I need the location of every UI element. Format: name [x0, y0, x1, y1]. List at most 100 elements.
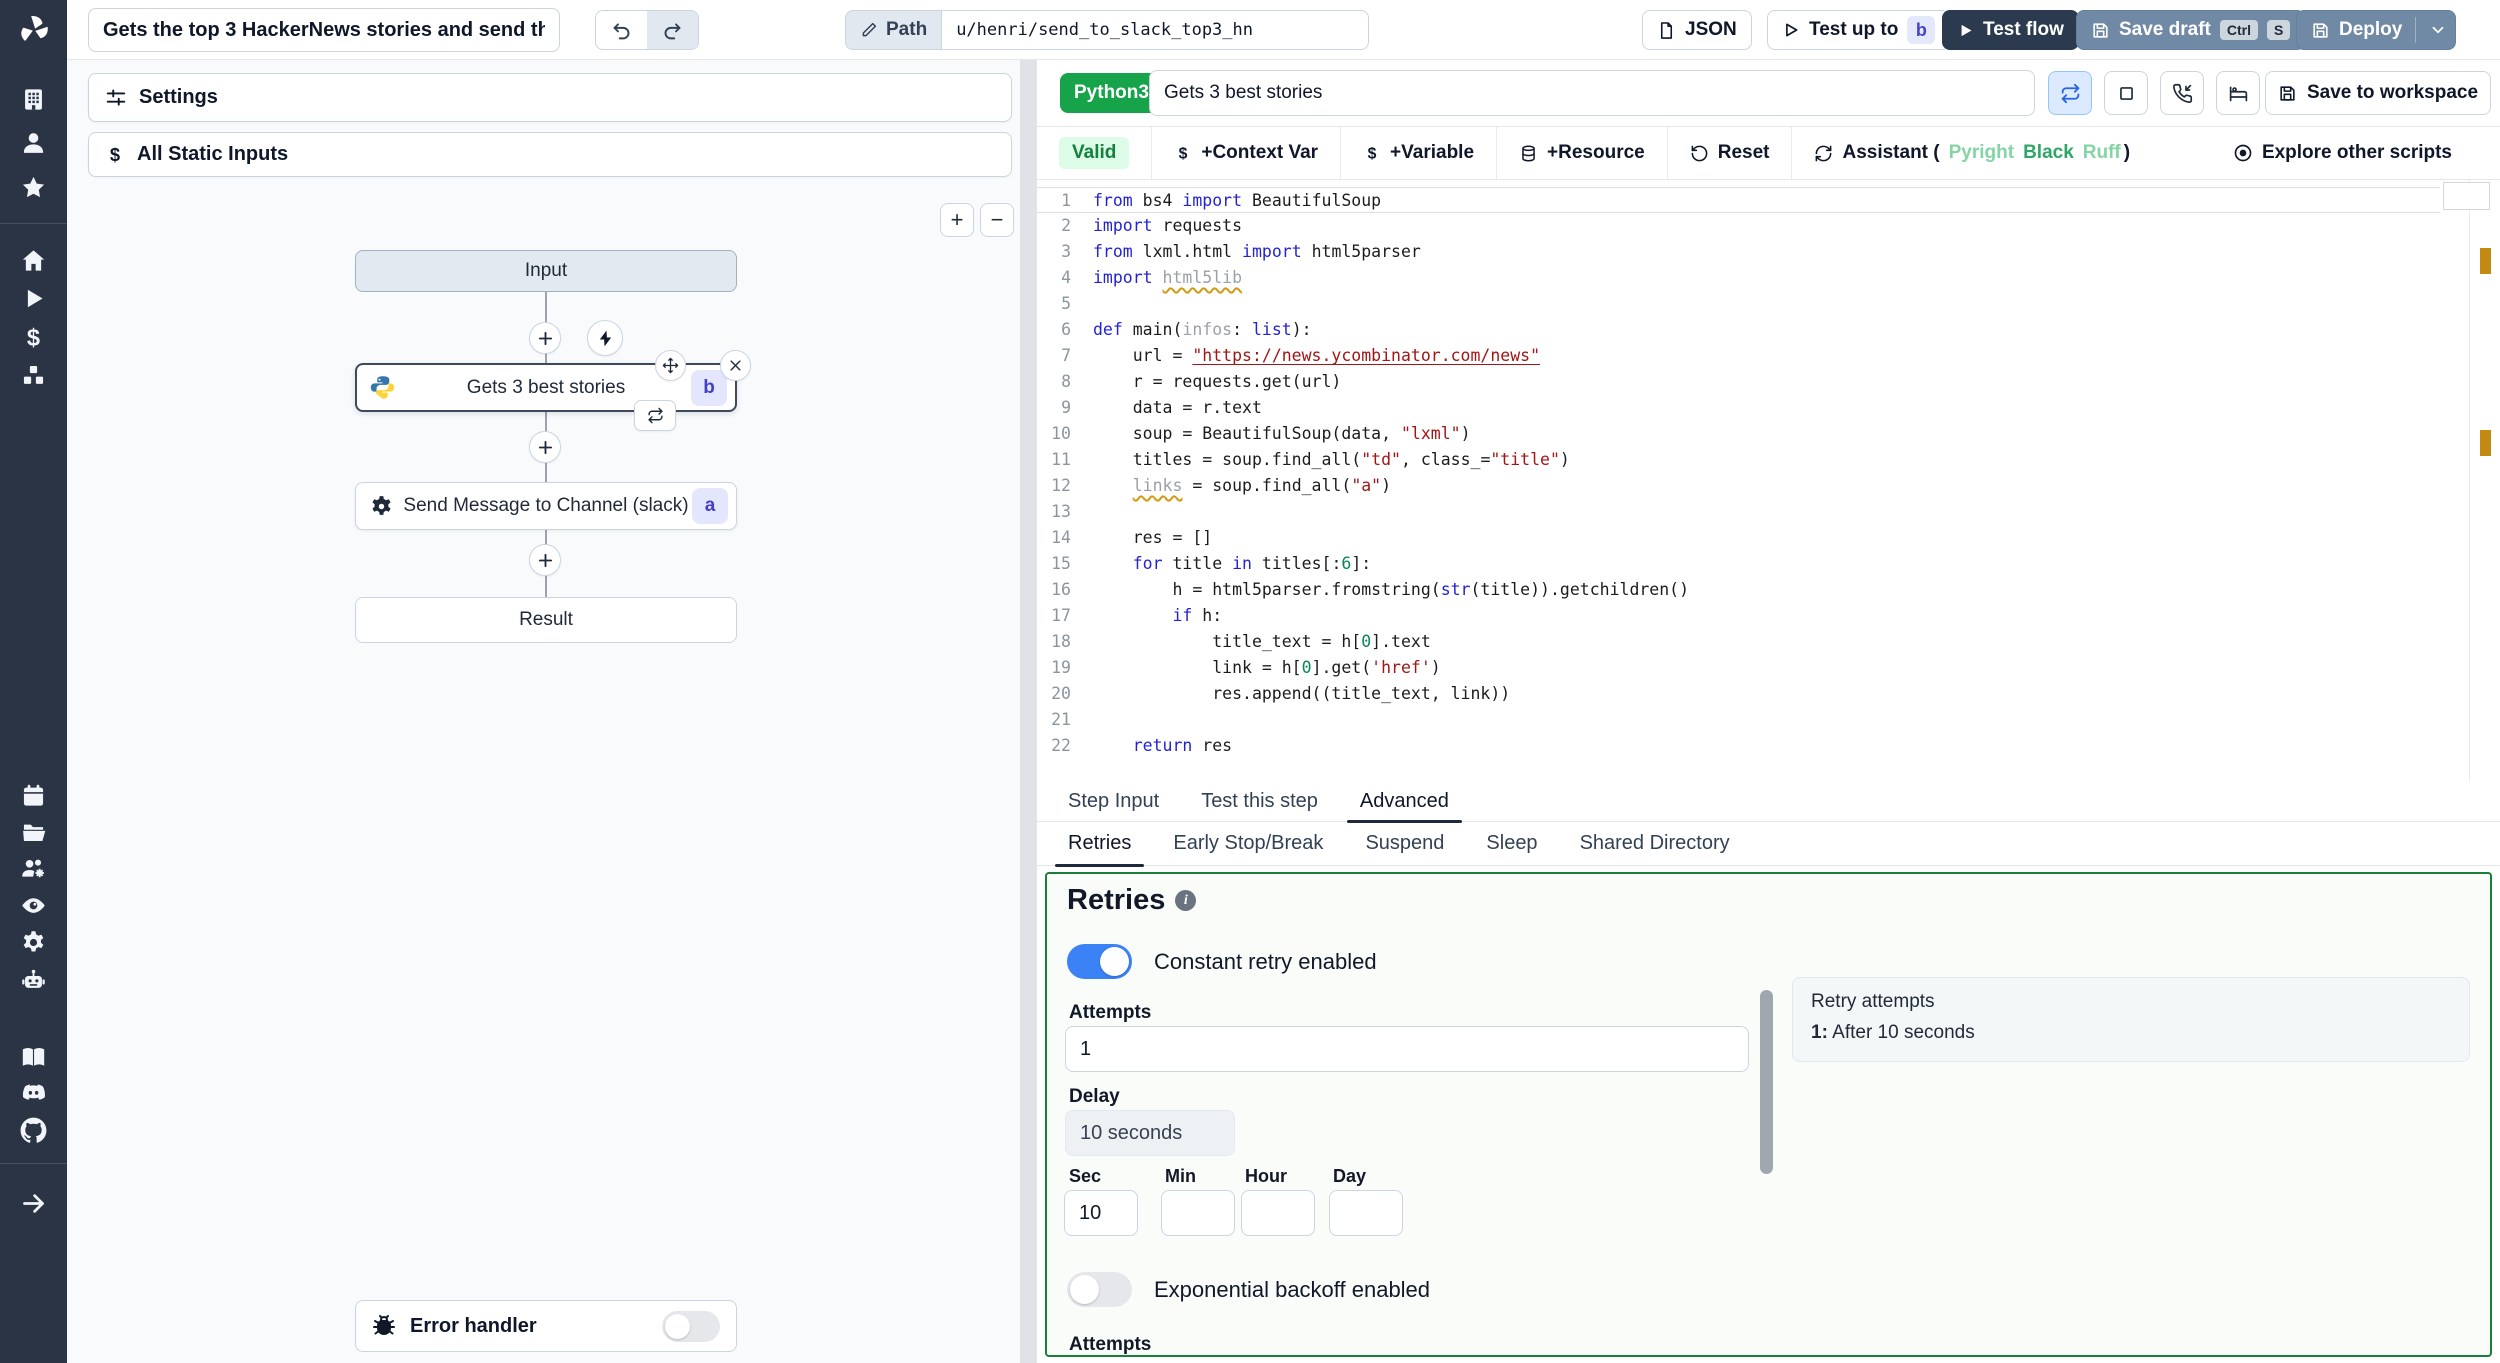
code-line[interactable]: 14 res = [] [1037, 525, 2440, 551]
tab-test-this-step[interactable]: Test this step [1180, 782, 1339, 821]
zoom-in-button[interactable]: + [940, 203, 974, 237]
retry-settings-button[interactable] [2048, 71, 2092, 115]
code-line[interactable]: 22 return res [1037, 733, 2440, 759]
add-resource-button[interactable]: +Resource [1497, 127, 1667, 179]
add-step-button[interactable] [529, 544, 561, 576]
add-step-button[interactable] [529, 431, 561, 463]
step-name-input[interactable] [1149, 70, 2035, 116]
ai-icon[interactable] [20, 967, 47, 994]
tab-shared-directory[interactable]: Shared Directory [1559, 822, 1751, 865]
tab-step-input[interactable]: Step Input [1047, 782, 1180, 821]
schedules-icon[interactable] [20, 782, 47, 809]
error-handler-bar[interactable]: Error handler [355, 1300, 737, 1352]
variables-icon[interactable]: $ [20, 324, 47, 351]
tab-advanced[interactable]: Advanced [1339, 782, 1470, 823]
result-node[interactable]: Result [355, 597, 737, 643]
code-line[interactable]: 8 r = requests.get(url) [1037, 369, 2440, 395]
sleep-button[interactable] [2216, 71, 2260, 115]
settings-icon[interactable] [20, 929, 47, 956]
assistant-button[interactable]: Assistant ( Pyright Black Ruff ) [1792, 127, 2152, 179]
path-chip[interactable]: Path [845, 10, 942, 50]
favorites-icon[interactable] [20, 174, 47, 201]
home-icon[interactable] [20, 247, 47, 274]
trigger-button[interactable] [587, 320, 623, 356]
error-handler-toggle[interactable] [662, 1310, 720, 1342]
node-retry-indicator[interactable] [634, 400, 676, 431]
add-step-button[interactable] [529, 322, 561, 354]
undo-button[interactable] [596, 11, 647, 49]
code-line[interactable]: 15 for title in titles[: 6]: [1037, 551, 2440, 577]
zoom-out-button[interactable]: − [980, 203, 1014, 237]
runs-icon[interactable] [20, 285, 47, 312]
panel-resize-handle[interactable] [1020, 60, 1037, 1363]
exponential-backoff-toggle[interactable] [1067, 1272, 1132, 1307]
docs-icon[interactable] [20, 1044, 47, 1071]
code-line[interactable]: 9 data = r.text [1037, 395, 2440, 421]
deploy-button[interactable]: Deploy [2296, 10, 2457, 50]
code-line[interactable]: 1 from bs4 import BeautifulSoup [1037, 187, 2440, 213]
redo-button[interactable] [647, 11, 698, 49]
code-line[interactable]: 21 [1037, 707, 2440, 733]
move-node-button[interactable] [655, 350, 686, 381]
path-input[interactable] [941, 10, 1370, 50]
sec-input[interactable] [1064, 1190, 1138, 1236]
hour-input[interactable] [1241, 1190, 1315, 1236]
code-line[interactable]: 11 titles = soup.find_all("td", class_= "… [1037, 447, 2440, 473]
code-line[interactable]: 3 from lxml.html import html5parser [1037, 239, 2440, 265]
windmill-logo[interactable] [0, 0, 67, 60]
input-node[interactable]: Input [355, 250, 737, 292]
static-inputs-bar[interactable]: $ All Static Inputs [88, 132, 1012, 177]
discord-icon[interactable] [20, 1080, 47, 1107]
code-line[interactable]: 5 [1037, 291, 2440, 317]
folders-icon[interactable] [20, 819, 47, 846]
code-line[interactable]: 19 link = h[0].get('href') [1037, 655, 2440, 681]
audit-logs-icon[interactable] [20, 892, 47, 919]
tab-sleep[interactable]: Sleep [1465, 822, 1558, 865]
code-line[interactable]: 2 import requests [1037, 213, 2440, 239]
explore-scripts-button[interactable]: Explore other scripts [2211, 127, 2474, 179]
code-editor[interactable]: 1 from bs4 import BeautifulSoup 2 import re… [1037, 180, 2500, 782]
code-line[interactable]: 18 title_text = h[0].text [1037, 629, 2440, 655]
code-line[interactable]: 17 if h: [1037, 603, 2440, 629]
code-line[interactable]: 12 links = soup.find_all("a") [1037, 473, 2440, 499]
chevron-down-icon[interactable] [2429, 21, 2447, 39]
resources-icon[interactable] [20, 362, 47, 389]
reset-button[interactable]: Reset [1668, 127, 1792, 179]
editor-scroll-indicator[interactable] [2443, 182, 2490, 210]
user-icon[interactable] [20, 129, 47, 156]
workspace-icon[interactable] [20, 86, 47, 113]
suspend-button[interactable] [2160, 71, 2204, 115]
add-context-var-button[interactable]: $ +Context Var [1152, 127, 1340, 179]
code-line[interactable]: 20 res.append((title_text, link)) [1037, 681, 2440, 707]
workers-icon[interactable] [20, 855, 47, 882]
code-line[interactable]: 10 soup = BeautifulSoup(data, "lxml") [1037, 421, 2440, 447]
add-variable-button[interactable]: $ +Variable [1341, 127, 1496, 179]
attempts-input[interactable] [1065, 1026, 1749, 1072]
code-line[interactable]: 13 [1037, 499, 2440, 525]
min-input[interactable] [1161, 1190, 1235, 1236]
flow-title-input[interactable] [88, 8, 560, 52]
collapse-icon[interactable] [20, 1190, 47, 1217]
tab-retries[interactable]: Retries [1047, 822, 1152, 867]
test-up-to-button[interactable]: Test up to b [1767, 10, 1951, 50]
test-flow-button[interactable]: Test flow [1942, 10, 2079, 50]
day-input[interactable] [1329, 1190, 1403, 1236]
constant-retry-toggle[interactable] [1067, 944, 1132, 979]
code-line[interactable]: 16 h = html5parser.fromstring(str (title)… [1037, 577, 2440, 603]
github-icon[interactable] [20, 1117, 47, 1144]
code-line[interactable]: 6 def main(infos: list): [1037, 317, 2440, 343]
delete-node-button[interactable] [720, 350, 751, 381]
code-line[interactable]: 4 import html5lib [1037, 265, 2440, 291]
tab-early-stop-break[interactable]: Early Stop/Break [1152, 822, 1344, 865]
flow-settings-bar[interactable]: Settings [88, 73, 1012, 122]
constant-retry-label: Constant retry enabled [1154, 948, 1377, 974]
retries-scrollbar[interactable] [1760, 990, 1773, 1174]
code-line[interactable]: 7 url = "https://news.ycombinator.com/ne… [1037, 343, 2440, 369]
save-to-workspace-button[interactable]: Save to workspace [2265, 71, 2491, 115]
save-draft-button[interactable]: Save draft Ctrl S [2076, 10, 2306, 50]
tab-suspend[interactable]: Suspend [1344, 822, 1465, 865]
json-button[interactable]: JSON [1642, 10, 1752, 50]
early-stop-button[interactable] [2104, 71, 2148, 115]
slack-step-node[interactable]: Send Message to Channel (slack) a [355, 482, 737, 530]
info-icon[interactable]: i [1175, 890, 1197, 911]
